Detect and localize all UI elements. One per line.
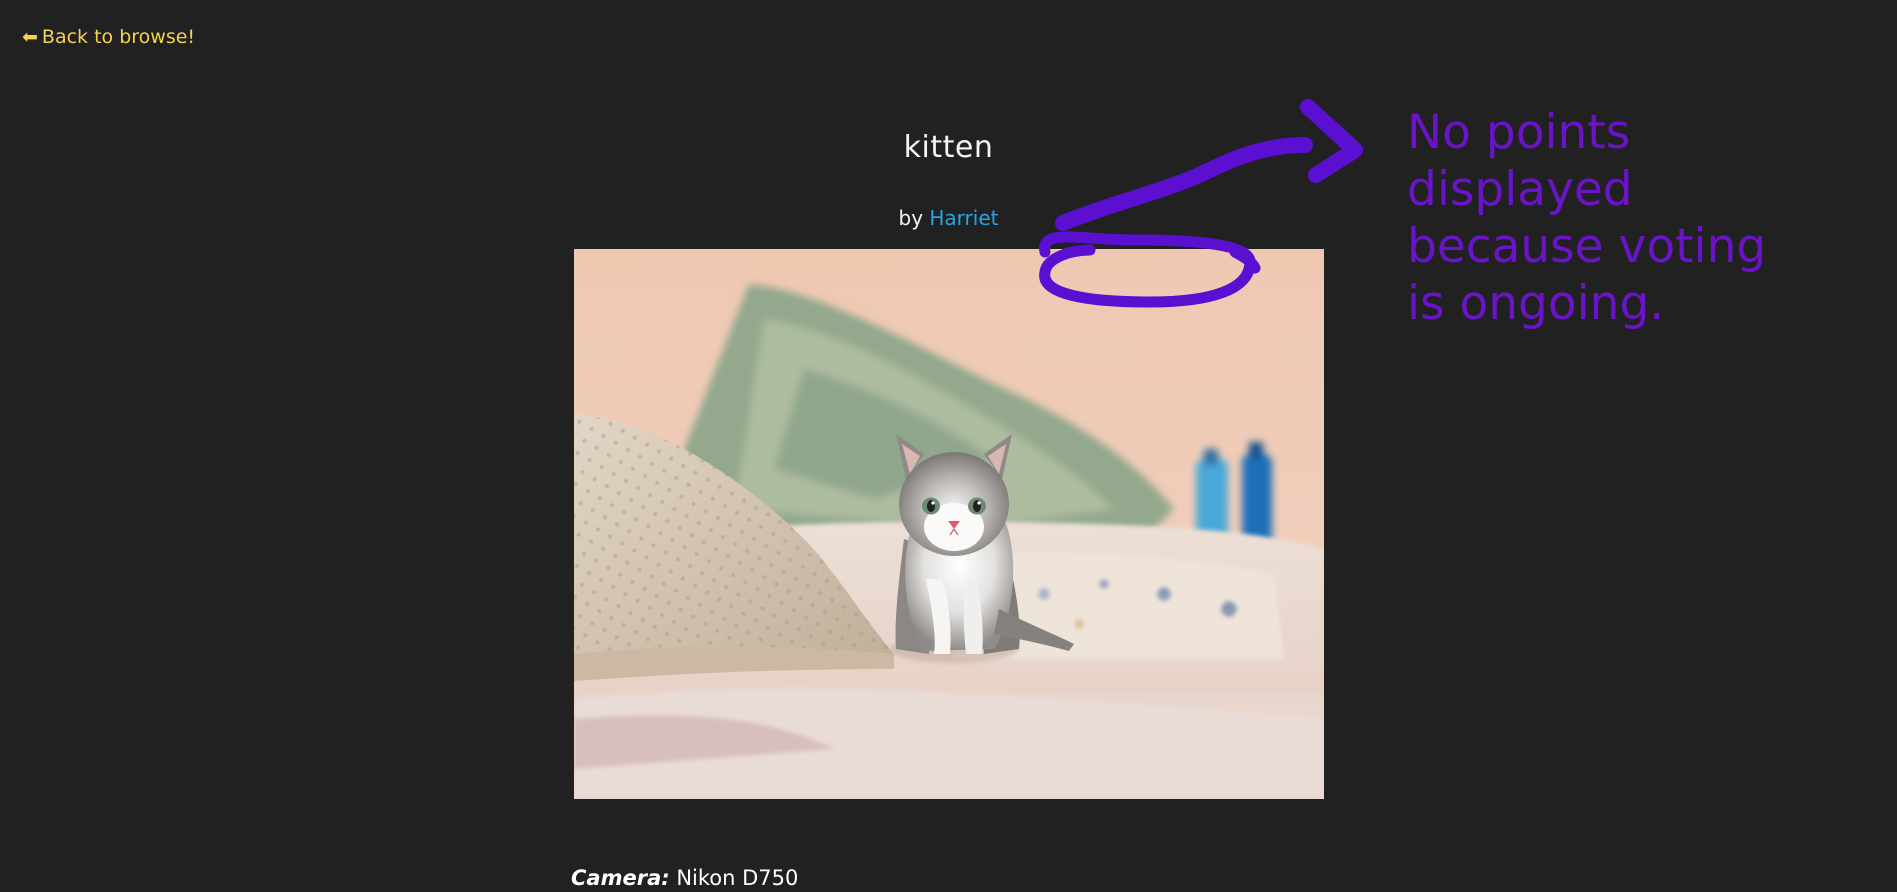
camera-value: Nikon D750 <box>676 866 799 890</box>
camera-detail: Camera: Nikon D750 <box>571 866 798 890</box>
left-arrow-icon: ⬅ <box>22 26 38 48</box>
byline-prefix: by <box>898 206 924 230</box>
photo-image <box>574 249 1324 799</box>
back-to-browse-link[interactable]: ⬅ Back to browse! <box>22 26 195 48</box>
annotation-note: No points displayed because voting is on… <box>1407 105 1767 331</box>
author-link[interactable]: Harriet <box>929 206 998 230</box>
camera-label: Camera: <box>571 866 670 890</box>
back-to-browse-label: Back to browse! <box>41 26 196 48</box>
